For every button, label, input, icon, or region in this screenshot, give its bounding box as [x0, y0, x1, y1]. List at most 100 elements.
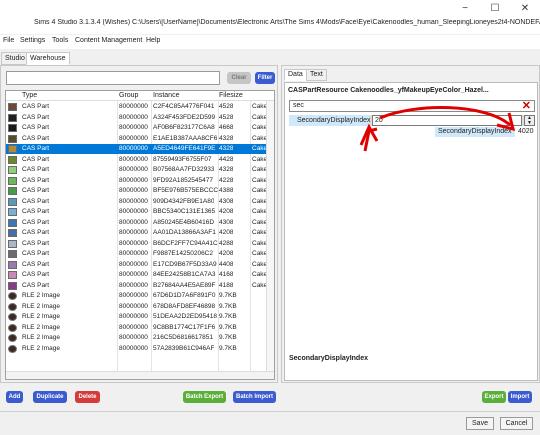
minimize-button[interactable]: − [454, 2, 476, 16]
table-row[interactable]: RLE 2 Image 80000000 678D8AFD8EF46898 9.7KB [6, 302, 274, 312]
cell-filesize: 4208 [219, 208, 234, 215]
maximize-button[interactable]: ☐ [484, 2, 506, 16]
table-row[interactable]: CAS Part 80000000 84EE24258B1CA7A3 4168 Cake… [6, 270, 274, 280]
table-row[interactable]: CAS Part 80000000 909D4342FB9E1A80 4308 Cake… [6, 197, 274, 207]
menu-help[interactable]: Help [146, 37, 160, 44]
cell-group: 80000000 [119, 197, 148, 205]
table-row[interactable]: CAS Part 80000000 B07568AA7FD32933 4328 Cake… [6, 165, 274, 175]
cancel-button[interactable]: Cancel [500, 417, 533, 430]
cell-instance: 909D4342FB9E1A80 [153, 197, 215, 205]
column-header-instance[interactable]: Instance [153, 92, 179, 99]
cell-group: 80000000 [119, 292, 148, 299]
save-button[interactable]: Save [466, 417, 494, 430]
column-header-group[interactable]: Group [119, 92, 138, 99]
title-bar: Sims 4 Studio 3.1.3.4 (Wishes) C:\Users\… [0, 0, 540, 34]
cell-group: 80000000 [119, 281, 148, 289]
table-row[interactable]: CAS Part 80000000 E1AE1B387AAA8CF6 4328 Cake… [6, 134, 274, 144]
table-row[interactable]: RLE 2 Image 80000000 51DEAA2D2ED95418 9.7KB [6, 312, 274, 322]
cell-type: RLE 2 Image [22, 313, 60, 320]
cell-instance: 216C5D6816617851 [153, 334, 213, 341]
color-swatch-icon [8, 229, 17, 237]
menu-content-management[interactable]: Content Management [75, 37, 142, 44]
add-button[interactable]: Add [6, 391, 23, 403]
cell-instance: 678D8AFD8EF46898 [153, 302, 216, 310]
property-grid: CASPartResource Cakenoodles_yfMakeupEyeC… [284, 82, 538, 381]
export-button[interactable]: Export [482, 391, 506, 403]
table-row[interactable]: CAS Part 80000000 A850245E4B60416D 4308 Cake… [6, 218, 274, 228]
cell-instance: 57A2839B61C946AF [153, 344, 215, 352]
cell-filesize: 4328 [219, 134, 234, 142]
table-row[interactable]: CAS Part 80000000 87559493F6755F07 4428 Cake… [6, 155, 274, 165]
cell-filesize: 4408 [219, 260, 234, 268]
cell-instance: C2F4C85A4776F041 [153, 103, 215, 110]
color-swatch-icon [8, 113, 17, 122]
tab-warehouse[interactable]: Warehouse [26, 52, 70, 65]
batch-import-button[interactable]: Batch Import [233, 391, 276, 403]
cell-instance: 51DEAA2D2ED95418 [153, 313, 217, 320]
table-row[interactable]: RLE 2 Image 80000000 9C8BB1774C17F1F6 9.7KB [6, 323, 274, 333]
table-row[interactable]: CAS Part 80000000 A5ED4649FE641F9E 4328 Cake… [6, 144, 274, 154]
color-swatch-icon [8, 103, 17, 111]
cell-group: 80000000 [119, 187, 148, 194]
table-row[interactable]: CAS Part 80000000 BBC5340C131E1365 4208 Cake… [6, 207, 274, 217]
horizontal-scrollbar[interactable] [6, 371, 274, 379]
column-header-filesize[interactable]: Filesize [219, 92, 243, 99]
color-swatch-icon [8, 187, 17, 195]
window-title: Sims 4 Studio 3.1.3.4 (Wishes) C:\Users\… [34, 19, 540, 26]
table-row[interactable]: CAS Part 80000000 E17CD9B67F5D33A9 4408 Cake… [6, 260, 274, 270]
cell-instance: A5ED4649FE641F9E [153, 145, 216, 152]
menu-file[interactable]: File [3, 37, 14, 44]
table-row[interactable]: CAS Part 80000000 F9887E14250206C2 4208 Cake… [6, 249, 274, 259]
cell-group: 80000000 [119, 313, 148, 320]
cell-group: 80000000 [119, 218, 148, 226]
cell-filesize: 4168 [219, 271, 234, 278]
cell-group: 80000000 [119, 250, 148, 257]
image-thumbnail-icon [8, 302, 17, 311]
cell-filesize: 9.7KB [219, 344, 237, 352]
table-row[interactable]: RLE 2 Image 80000000 216C5D6816617851 9.7KB [6, 333, 274, 343]
color-swatch-icon [8, 155, 17, 164]
delete-button[interactable]: Delete [75, 391, 100, 403]
table-row[interactable]: CAS Part 80000000 A324F453FDE2D599 4528 Cake… [6, 113, 274, 123]
cell-group: 80000000 [119, 113, 148, 121]
color-swatch-icon [8, 239, 17, 248]
menu-bar: File Settings Tools Content Management H… [0, 35, 540, 49]
cell-type: CAS Part [22, 239, 50, 247]
cell-instance: AA01DA13866A3AF1 [153, 229, 216, 236]
cell-filesize: 9.7KB [219, 313, 237, 320]
color-swatch-icon [8, 166, 17, 174]
table-row[interactable]: CAS Part 80000000 B6DCF2FF7C94A41C 4288 Cake… [6, 239, 274, 249]
cell-type: RLE 2 Image [22, 292, 60, 299]
cell-type: CAS Part [22, 271, 50, 278]
menu-tools[interactable]: Tools [52, 37, 68, 44]
cell-instance: B6DCF2FF7C94A41C [153, 239, 218, 247]
table-row[interactable]: CAS Part 80000000 BF5E976B575EBCCC 4388 Cake… [6, 186, 274, 196]
table-header: Type Group Instance Filesize [6, 91, 274, 101]
search-input[interactable] [6, 71, 220, 85]
tab-data[interactable]: Data [284, 69, 307, 81]
close-button[interactable]: ✕ [514, 2, 536, 16]
table-row[interactable]: CAS Part 80000000 B27684AA4E5AE89F 4188 Cake… [6, 281, 274, 291]
color-swatch-icon [8, 176, 17, 185]
batch-export-button[interactable]: Batch Export [183, 391, 226, 403]
color-swatch-icon [8, 197, 17, 206]
table-row[interactable]: RLE 2 Image 80000000 67D6D1D7A6F891F0 9.7KB [6, 291, 274, 301]
vertical-scrollbar[interactable] [266, 101, 274, 371]
cell-instance: 84EE24258B1CA7A3 [153, 271, 216, 278]
duplicate-button[interactable]: Duplicate [33, 391, 67, 403]
cell-group: 80000000 [119, 302, 148, 310]
tab-studio[interactable]: Studio [1, 52, 29, 65]
clear-button[interactable]: Clear [227, 72, 251, 84]
table-row[interactable]: CAS Part 80000000 C2F4C85A4776F041 4528 Cake… [6, 102, 274, 112]
table-row[interactable]: CAS Part 80000000 9FD92A1852545477 4228 Cake… [6, 176, 274, 186]
table-row[interactable]: RLE 2 Image 80000000 57A2839B61C946AF 9.7KB [6, 344, 274, 354]
resource-list-panel: Clear Filter Type Group Instance Filesiz… [0, 65, 278, 383]
import-button[interactable]: Import [508, 391, 532, 403]
cell-type: RLE 2 Image [22, 323, 60, 331]
menu-settings[interactable]: Settings [20, 37, 45, 44]
table-row[interactable]: CAS Part 80000000 AF0B6F823177C6A8 4668 Cake… [6, 123, 274, 133]
column-header-type[interactable]: Type [22, 92, 37, 99]
tab-text[interactable]: Text [306, 69, 327, 81]
table-row[interactable]: CAS Part 80000000 AA01DA13866A3AF1 4208 Cake… [6, 228, 274, 238]
filter-button[interactable]: Filter [255, 72, 275, 84]
